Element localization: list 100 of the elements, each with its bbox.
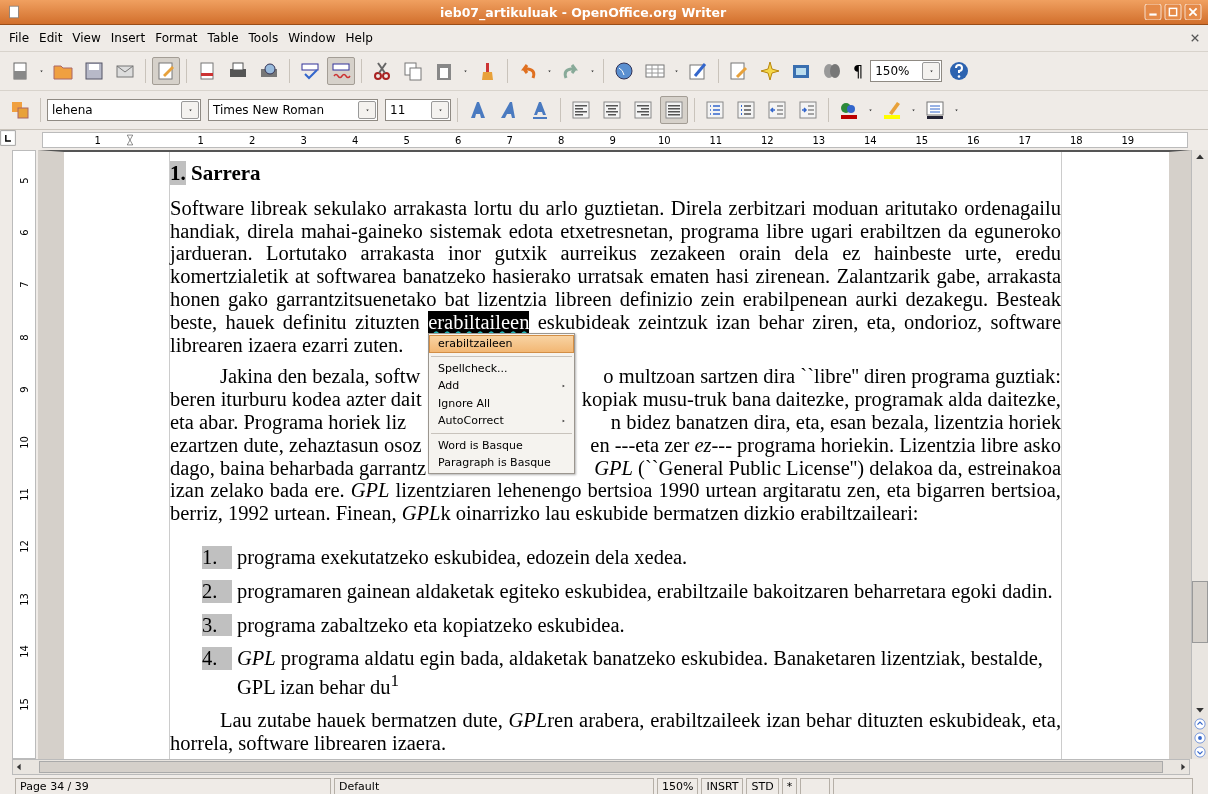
ruler-number: 8	[557, 134, 566, 146]
ruler-number: 7	[18, 281, 30, 289]
text-line: Jakina den bezala, softw	[219, 365, 421, 389]
modified-indicator: *	[781, 778, 798, 794]
ruler-number: 15	[18, 697, 30, 711]
ruler-number: 6	[454, 134, 463, 146]
help-icon[interactable]	[948, 60, 971, 82]
ruler-number: 8	[18, 334, 30, 341]
numbered-list-icon[interactable]	[704, 99, 726, 121]
text-line: dago, baina beharbada garrantz	[170, 456, 427, 480]
ruler-number: 10	[18, 435, 30, 449]
edit-document-icon[interactable]	[155, 60, 177, 82]
minimize-icon[interactable]	[1144, 4, 1162, 20]
menu-item[interactable]: File	[4, 28, 35, 48]
maximize-icon[interactable]	[1164, 4, 1182, 20]
vertical-scrollbar[interactable]	[1191, 150, 1208, 759]
font-name-combo[interactable]: Times New Roman	[208, 99, 378, 121]
ruler-number: 5	[402, 134, 411, 146]
text-line: kopiak musu-truk bana daitezke, programak alda daitezke,	[581, 388, 1061, 411]
background-color-icon[interactable]	[924, 99, 946, 121]
horizontal-scrollbar[interactable]	[12, 759, 1190, 775]
save-icon[interactable]	[83, 60, 105, 82]
menu-item[interactable]: Tools	[243, 28, 284, 48]
status-field	[800, 778, 831, 794]
ruler-number: 17	[1017, 134, 1033, 146]
list-item-text: programaren gainean aldaketak egiteko eskubidea, erabiltzaile bakoitzaren beharretara egoki dadin.	[237, 579, 1054, 603]
ruler-number: 14	[862, 134, 878, 146]
ruler-number: 9	[608, 134, 617, 146]
list-number: 4.	[202, 647, 232, 671]
ruler-number: 13	[811, 134, 827, 146]
ruler-number: 4	[351, 134, 360, 146]
highlighter-icon[interactable]	[881, 99, 903, 121]
menu-item[interactable]: Spellcheck...	[429, 359, 574, 377]
menu-item[interactable]: Word is Basque	[429, 436, 574, 454]
draw-icon[interactable]	[687, 60, 709, 82]
ruler-number: 1	[196, 134, 205, 146]
font-size-combo[interactable]: 11	[385, 99, 451, 121]
text-line: eta abar. Programa horiek liz	[170, 410, 407, 434]
menu-item[interactable]: Add	[429, 377, 574, 395]
suggestion-item[interactable]: erabiltzaileen	[429, 335, 574, 353]
spellcheck-icon[interactable]	[299, 60, 321, 82]
copy-icon[interactable]	[402, 60, 424, 82]
document-icon[interactable]	[6, 4, 22, 20]
styles-icon[interactable]	[9, 99, 31, 121]
menu-item[interactable]: Format	[150, 28, 203, 48]
ruler-number: 2	[248, 134, 257, 146]
navigation-icon[interactable]	[1192, 731, 1208, 745]
ruler-number: 7	[505, 134, 514, 146]
menu-item[interactable]: Window	[283, 28, 341, 48]
list-item-text: GPL programa aldatu egin bada, aldaketak banatzeko eskubidea. Banaketaren lizentziak, bestalde, GPL izan behar du$^{1}$	[237, 647, 1044, 699]
menu-item[interactable]: Table	[202, 28, 244, 48]
paragraph: Lau zutabe hauek bermatzen dute, GPLren arabera, erabiltzaileek izan behar dituzten eskubideak, eta, horrela, software librearen izaera.	[170, 708, 1061, 755]
align-right-icon[interactable]	[632, 99, 654, 121]
text-line: ezartzen dute, zehaztasun osoz	[170, 433, 422, 457]
menu-item[interactable]: Insert	[105, 28, 151, 48]
list-item-text: programa exekutatzeko eskubidea, edozein dela xedea.	[237, 545, 689, 569]
ruler-number: 13	[18, 592, 30, 606]
window-title: ieb07_artikuluak - OpenOffice.org Writer	[438, 4, 728, 20]
text-line: GPL (``General Public License'') delakoa da, estreinakoa	[594, 456, 1061, 480]
increase-indent-icon[interactable]	[797, 99, 819, 121]
scrollbar-thumb[interactable]	[39, 761, 1163, 773]
ruler-number: 15	[914, 134, 930, 146]
list-item-text: programa zabaltzeko eta kopiatzeko eskubidea.	[237, 613, 626, 637]
ruler-number: 5	[18, 177, 30, 184]
heading: 1. Sarrera	[170, 162, 262, 185]
navigator-star-icon[interactable]	[759, 60, 781, 82]
list-number: 3.	[202, 613, 232, 637]
paragraph-style-combo[interactable]: lehena	[47, 99, 201, 121]
ruler-number: 11	[18, 488, 30, 501]
menu-item[interactable]: AutoCorrect	[429, 412, 574, 430]
menu-item[interactable]: Paragraph is Basque	[429, 454, 574, 472]
ruler-number: 12	[759, 134, 775, 146]
find-replace-icon[interactable]	[728, 60, 750, 82]
page-indicator: Page 34 / 39	[15, 778, 331, 794]
horizontal-ruler[interactable]: 1 1 2 3 4 5 6 7 8 9 10 11 12 13 14 15 16 17 18 19	[42, 132, 1188, 148]
text-line: beren iturburu kodea azter dait	[170, 388, 422, 411]
justify-icon[interactable]	[663, 99, 685, 121]
text-line: en ---eta zer ez--- programa horiekin. Lizentzia libre asko	[590, 433, 1061, 457]
menu-item[interactable]: Ignore All	[429, 394, 574, 412]
close-icon[interactable]	[1184, 4, 1202, 20]
list-number: 1.	[202, 545, 232, 569]
zoom-combo[interactable]: 150%	[870, 60, 943, 82]
align-center-icon[interactable]	[601, 99, 623, 121]
list-number: 2.	[202, 579, 232, 603]
ruler-number: 12	[18, 540, 30, 554]
ruler-number: 3	[299, 134, 308, 146]
ruler-number: 14	[18, 645, 30, 659]
decrease-indent-icon[interactable]	[766, 99, 788, 121]
align-left-icon[interactable]	[570, 99, 592, 121]
menu-item[interactable]: Help	[340, 28, 378, 48]
scrollbar-thumb[interactable]	[1192, 581, 1208, 643]
ruler-number: 9	[18, 386, 30, 393]
ruler-number: 16	[965, 134, 981, 146]
formatting-marks-button[interactable]: ¶	[849, 61, 868, 81]
tab-stop-icon[interactable]	[0, 130, 16, 146]
menu-item[interactable]: Edit	[34, 28, 68, 48]
menu-item[interactable]: View	[67, 28, 106, 48]
scissors-icon[interactable]	[371, 60, 393, 82]
ruler-number: 10	[656, 134, 672, 146]
bullet-list-icon[interactable]	[735, 99, 757, 121]
